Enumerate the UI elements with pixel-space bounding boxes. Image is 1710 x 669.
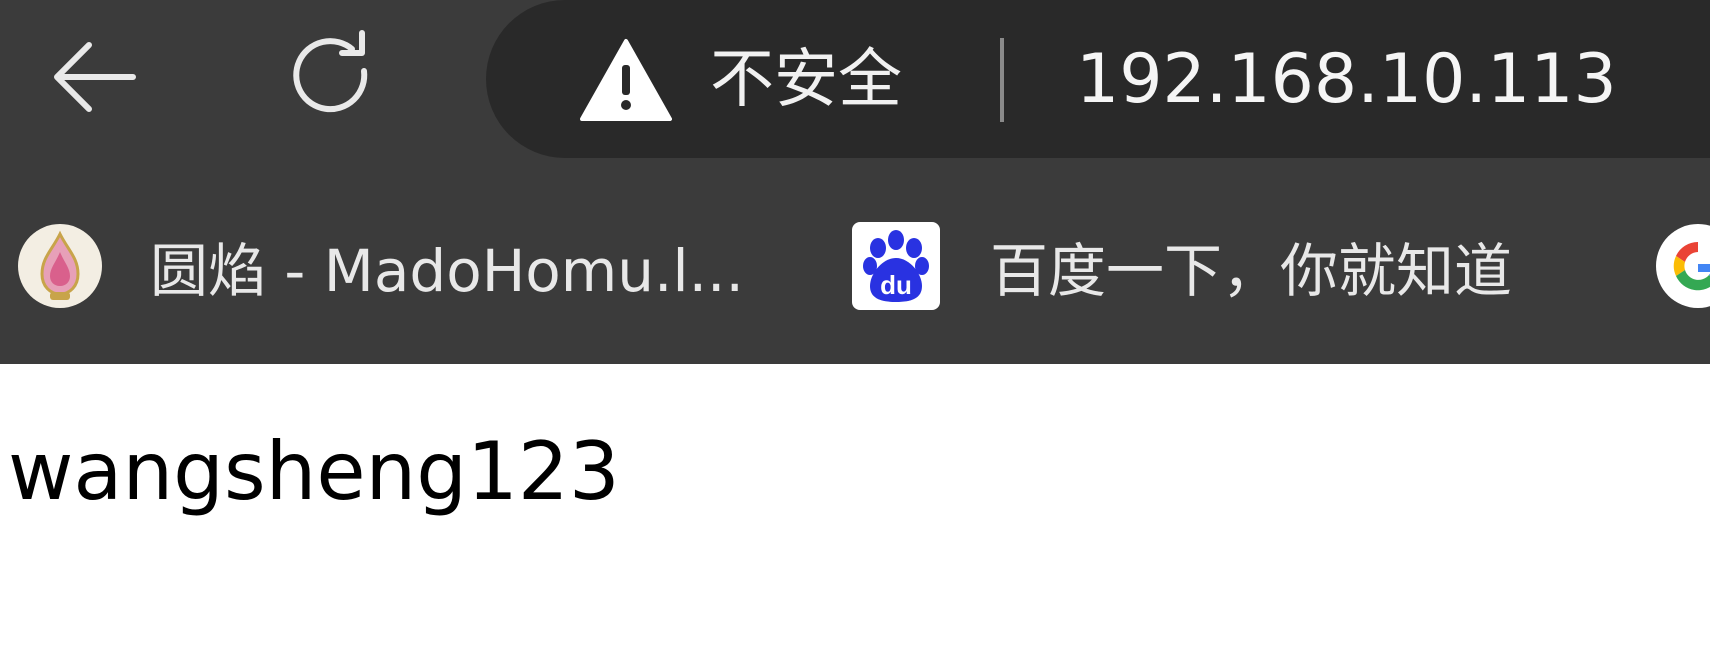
svg-text:du: du: [880, 270, 912, 300]
security-label: 不安全: [710, 43, 902, 117]
reload-icon: [293, 30, 368, 113]
page-content: wangsheng123: [0, 364, 1710, 669]
reload-button[interactable]: [277, 22, 387, 132]
bookmark-label: 圆焰 - MadoHomu.l...: [150, 237, 744, 305]
address-divider: [1000, 38, 1004, 122]
back-button[interactable]: [38, 22, 148, 132]
bookmark-label: 百度一下，你就知道: [990, 237, 1513, 305]
google-favicon: [1656, 224, 1710, 308]
bookmark-madohomu[interactable]: 圆焰 - MadoHomu.l...: [16, 220, 744, 312]
bookmark-google[interactable]: [1654, 220, 1710, 312]
bookmarks-bar: 圆焰 - MadoHomu.l... du 百度一下，你就知道: [0, 162, 1710, 364]
warning-icon: [580, 39, 672, 121]
baidu-favicon: du: [852, 222, 940, 310]
browser-toolbar: 不安全 192.168.10.113: [0, 0, 1710, 162]
browser-window: 不安全 192.168.10.113 圆焰 - MadoHomu.l... du…: [0, 0, 1710, 669]
security-indicator[interactable]: 不安全: [580, 30, 902, 130]
arrow-left-icon: [54, 42, 136, 112]
url-text[interactable]: 192.168.10.113: [1076, 30, 1617, 130]
page-text: wangsheng123: [8, 425, 620, 518]
madohomu-favicon: [18, 224, 102, 308]
bookmark-baidu[interactable]: du 百度一下，你就知道: [852, 220, 1512, 312]
